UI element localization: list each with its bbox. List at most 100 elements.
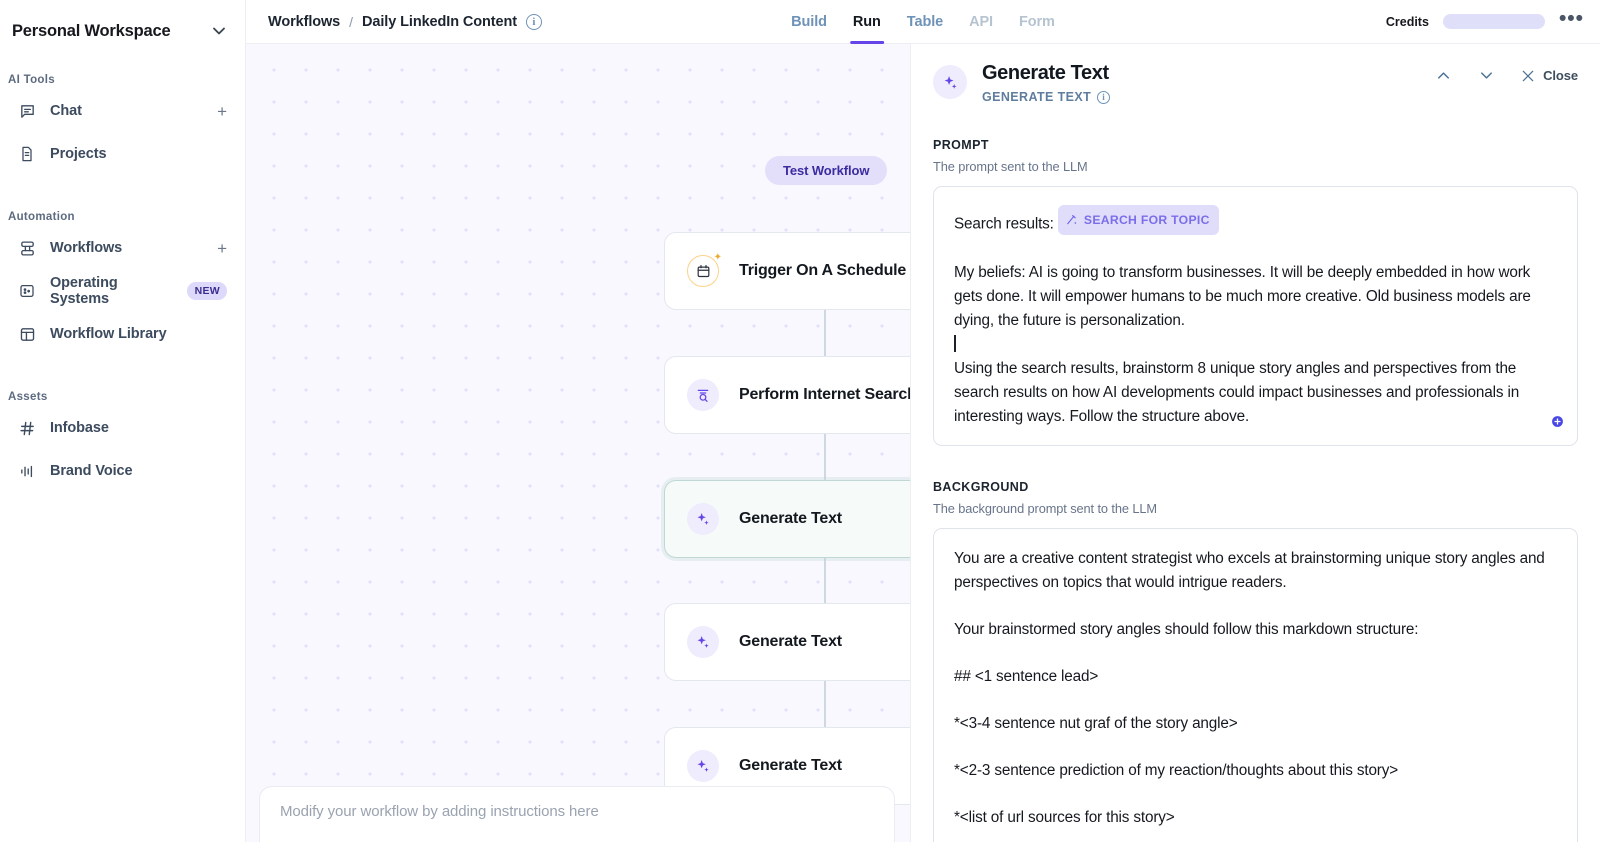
tab-build[interactable]: Build	[778, 0, 840, 44]
spacer	[954, 642, 1557, 665]
tab-table[interactable]: Table	[894, 0, 956, 44]
workflow-node-trigger-on-a-schedule[interactable]: ✦ Trigger On A Schedule	[664, 232, 910, 310]
panel-actions: Close	[1434, 66, 1578, 85]
node-title: Trigger On A Schedule	[739, 262, 906, 280]
add-workflow-icon[interactable]: +	[217, 240, 227, 257]
sidebar-item-label: Workflows	[50, 240, 122, 256]
close-button[interactable]: Close	[1520, 68, 1578, 84]
chevron-up-icon[interactable]	[1434, 66, 1453, 85]
main-area: Workflows / Daily LinkedIn Content i Bui…	[246, 0, 1600, 842]
tab-api[interactable]: API	[956, 0, 1006, 44]
chat-bubble-icon	[16, 100, 38, 122]
background-line: *<2-3 sentence prediction of my reaction…	[954, 759, 1557, 783]
edge-connector	[824, 681, 826, 727]
background-label: BACKGROUND	[933, 480, 1578, 494]
sidebar-item-infobase[interactable]: Infobase	[10, 410, 235, 446]
waveform-icon	[16, 460, 38, 482]
sparkle-badge-icon: ✦	[714, 252, 722, 263]
chevron-down-icon[interactable]	[1477, 66, 1496, 85]
credits-progress-bar	[1443, 14, 1545, 29]
prompt-first-line: Search results: SEARCH FOR TOPIC	[954, 205, 1557, 237]
workflow-library-icon	[16, 323, 38, 345]
nav-section-label: Automation	[0, 211, 245, 223]
node-title: Generate Text	[739, 510, 842, 528]
background-description: The background prompt sent to the LLM	[933, 501, 1578, 516]
background-line: Your brainstormed story angles should fo…	[954, 618, 1557, 642]
workspace-switcher[interactable]: Personal Workspace	[0, 0, 245, 62]
spacer	[954, 783, 1557, 806]
sidebar-item-label: Infobase	[50, 420, 109, 436]
close-icon	[1520, 68, 1536, 84]
chevron-down-icon[interactable]	[209, 21, 229, 41]
variable-pill-label: SEARCH FOR TOPIC	[1084, 208, 1210, 232]
node-title: Generate Text	[739, 757, 842, 775]
sidebar: Personal Workspace AI Tools Chat + Proje…	[0, 0, 246, 842]
plus-circle-icon[interactable]	[1551, 415, 1564, 433]
workspace-name: Personal Workspace	[12, 22, 170, 41]
search-lines-icon	[687, 379, 719, 411]
test-workflow-button[interactable]: Test Workflow	[765, 156, 887, 185]
nav-section-label: Assets	[0, 391, 245, 403]
page-title: Generate Text	[982, 62, 1110, 85]
workflows-icon	[16, 237, 38, 259]
edge-connector	[824, 558, 826, 603]
prompt-label: PROMPT	[933, 138, 1578, 152]
operating-systems-icon	[16, 280, 38, 302]
sidebar-item-label: Projects	[50, 146, 106, 162]
sidebar-item-workflow-library[interactable]: Workflow Library	[10, 316, 235, 352]
spacer	[954, 736, 1557, 759]
magic-wand-icon	[1065, 214, 1078, 227]
more-options-button[interactable]: •••	[1559, 14, 1584, 30]
topbar-right: Credits •••	[1386, 14, 1584, 30]
topbar: Workflows / Daily LinkedIn Content i Bui…	[246, 0, 1600, 44]
background-line: You are a creative content strategist wh…	[954, 547, 1557, 595]
panel-subtitle-text: GENERATE TEXT	[982, 90, 1091, 104]
info-icon[interactable]: i	[526, 14, 542, 30]
nav-section-automation: Automation Workflows + Operating Systems…	[0, 211, 245, 352]
spacer	[0, 179, 245, 199]
edge-connector	[824, 310, 826, 356]
sidebar-item-label: Brand Voice	[50, 463, 132, 479]
tab-form[interactable]: Form	[1006, 0, 1068, 44]
status-badge: NEW	[187, 282, 227, 300]
node-title: Perform Internet Search	[739, 386, 910, 404]
sidebar-item-projects[interactable]: Projects	[10, 136, 235, 172]
workflow-node-generate-text-2[interactable]: Generate Text	[664, 603, 910, 681]
prompt-caret-line	[954, 333, 1557, 357]
prompt-textarea[interactable]: Search results: SEARCH FOR TOPIC My beli…	[933, 186, 1578, 446]
modify-workflow-input[interactable]: Modify your workflow by adding instructi…	[259, 786, 895, 842]
sidebar-item-operating-systems[interactable]: Operating Systems NEW	[10, 273, 235, 309]
prompt-paragraph-2: Using the search results, brainstorm 8 u…	[954, 357, 1557, 429]
workflow-node-generate-text-selected[interactable]: Generate Text	[664, 480, 910, 558]
panel-titles: Generate Text GENERATE TEXT i	[982, 62, 1110, 104]
sidebar-item-label: Operating Systems	[50, 275, 178, 307]
background-line: ## <1 sentence lead>	[954, 665, 1557, 689]
variable-pill-search-for-topic[interactable]: SEARCH FOR TOPIC	[1058, 205, 1219, 235]
prompt-paragraph-1: My beliefs: AI is going to transform bus…	[954, 261, 1557, 333]
spacer	[0, 359, 245, 379]
sidebar-item-brand-voice[interactable]: Brand Voice	[10, 453, 235, 489]
breadcrumb-root[interactable]: Workflows	[268, 14, 340, 30]
sidebar-item-workflows[interactable]: Workflows +	[10, 230, 235, 266]
workflow-node-perform-internet-search[interactable]: Perform Internet Search	[664, 356, 910, 434]
close-label: Close	[1543, 68, 1578, 83]
prompt-prefix-text: Search results:	[954, 216, 1054, 233]
sparkle-icon	[687, 626, 719, 658]
background-textarea[interactable]: You are a creative content strategist wh…	[933, 528, 1578, 842]
workflow-canvas[interactable]: Test Workflow ✦ Trigger On A Schedule	[246, 44, 910, 842]
sidebar-item-chat[interactable]: Chat +	[10, 93, 235, 129]
app-root: Personal Workspace AI Tools Chat + Proje…	[0, 0, 1600, 842]
node-title: Generate Text	[739, 633, 842, 651]
nav-section-ai-tools: AI Tools Chat + Projects	[0, 74, 245, 172]
view-tabs: Build Run Table API Form	[778, 0, 1068, 44]
text-caret	[954, 335, 956, 352]
tab-run[interactable]: Run	[840, 0, 894, 44]
info-icon[interactable]: i	[1097, 91, 1110, 104]
background-line: *<3-4 sentence nut graf of the story ang…	[954, 712, 1557, 736]
add-chat-icon[interactable]: +	[217, 103, 227, 120]
background-line: *<list of url sources for this story>	[954, 806, 1557, 830]
body-row: Test Workflow ✦ Trigger On A Schedule	[246, 44, 1600, 842]
breadcrumb-current[interactable]: Daily LinkedIn Content	[362, 14, 517, 30]
edge-connector	[824, 434, 826, 480]
nav-section-label: AI Tools	[0, 74, 245, 86]
